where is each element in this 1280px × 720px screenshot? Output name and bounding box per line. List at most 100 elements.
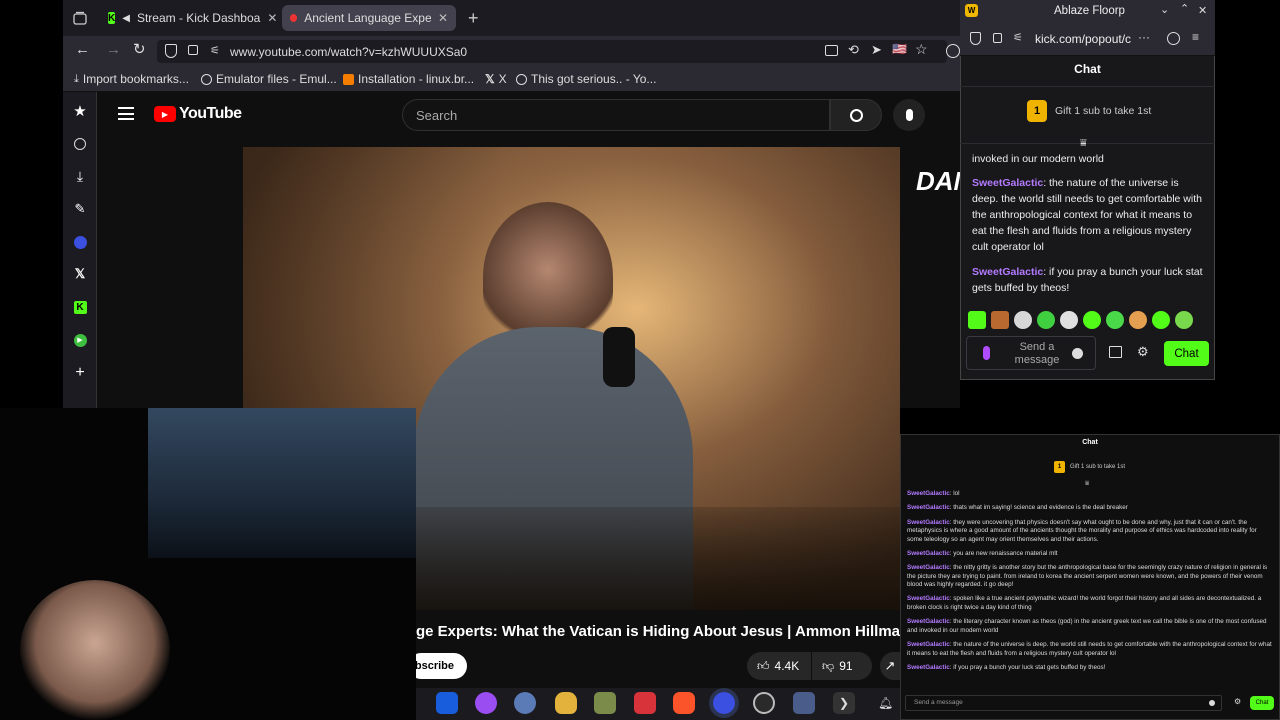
send-chat-button[interactable]: Chat <box>1164 341 1209 366</box>
bitwarden-icon[interactable] <box>436 692 458 714</box>
emoji-icon[interactable] <box>1209 700 1215 706</box>
bookmark-import[interactable]: ⤓ Import bookmarks... <box>74 72 189 86</box>
chat-username[interactable]: SweetGalactic <box>972 266 1043 278</box>
hand-icon[interactable] <box>555 692 577 714</box>
subscribe-button[interactable]: bscribe <box>408 653 467 679</box>
collapse-pin-icon[interactable]: ⩸ <box>1085 480 1089 488</box>
bookmark-x[interactable]: 𝕏 X <box>485 72 507 86</box>
chat-username[interactable]: SweetGalactic <box>907 618 950 625</box>
overlay-chat-input[interactable]: Send a message <box>905 695 1222 711</box>
add-panel-icon[interactable]: + <box>71 364 89 382</box>
close-tab-icon[interactable]: ✕ <box>267 11 276 25</box>
chat-username[interactable]: SweetGalactic <box>907 519 950 526</box>
settings-gear-icon[interactable]: ⚙ <box>1234 697 1241 706</box>
picture-in-picture-icon[interactable] <box>825 45 838 56</box>
bookmark-star-icon[interactable]: ☆ <box>915 41 928 58</box>
microphone-button[interactable] <box>893 99 925 131</box>
tab-list-icon[interactable] <box>72 10 88 26</box>
app-purple-icon[interactable] <box>475 692 497 714</box>
download-icon[interactable]: ⤓ <box>71 167 89 185</box>
chevron-down-icon[interactable]: ⌄ <box>1160 3 1169 16</box>
emote-icon[interactable] <box>1037 311 1055 329</box>
history-clock-icon[interactable] <box>71 135 89 153</box>
collapse-pin-icon[interactable]: ⩸ <box>1080 137 1087 150</box>
popout-url-text[interactable]: kick.com/popout/c <box>1035 32 1131 46</box>
back-arrow-icon[interactable]: ← <box>75 41 90 58</box>
shield-icon[interactable] <box>165 44 177 58</box>
pen-icon[interactable]: ✎ <box>71 200 89 218</box>
emote-icon[interactable] <box>1060 311 1078 329</box>
lock-icon[interactable] <box>188 45 198 55</box>
app-green-icon[interactable] <box>594 692 616 714</box>
new-tab-button[interactable]: + <box>468 8 479 29</box>
url-text[interactable]: www.youtube.com/watch?v=kzhWUUUXSa0 <box>230 45 467 59</box>
dislike-button[interactable]: 👎︎ 91 <box>812 652 872 680</box>
forward-arrow-icon[interactable]: → <box>106 41 121 58</box>
search-button[interactable] <box>830 99 882 131</box>
youtube-search-input[interactable]: Search <box>402 99 830 131</box>
tab-kick-dashboard[interactable]: K ◀ Stream - Kick Dashboa ✕ <box>100 5 276 31</box>
more-icon[interactable]: ··· <box>1138 30 1150 44</box>
floorp-taskbar-icon[interactable] <box>713 692 735 714</box>
shield-icon[interactable] <box>970 32 981 45</box>
chat-username[interactable]: SweetGalactic <box>972 177 1043 189</box>
chat-username[interactable]: SweetGalactic <box>907 550 950 557</box>
notification-bell-icon[interactable]: 🔔︎ <box>878 696 893 710</box>
emote-icon[interactable] <box>1106 311 1124 329</box>
like-button[interactable]: 👍︎ 4.4K <box>747 652 811 680</box>
mkv-icon[interactable] <box>514 692 536 714</box>
gift-icon[interactable] <box>1109 346 1122 358</box>
lock-icon[interactable] <box>993 33 1002 43</box>
floorp-icon[interactable] <box>71 233 89 251</box>
speaker-icon[interactable]: ◀ <box>122 13 130 24</box>
chat-input[interactable]: Send a message <box>966 336 1096 370</box>
bookmark-emulator[interactable]: Emulator files - Emul... <box>201 72 337 86</box>
tab-youtube-video[interactable]: Ancient Language Experts ✕ <box>282 5 456 31</box>
brave-icon[interactable] <box>673 692 695 714</box>
chat-username[interactable]: SweetGalactic <box>907 504 950 511</box>
chat-username[interactable]: SweetGalactic <box>907 564 950 571</box>
app-red-icon[interactable] <box>634 692 656 714</box>
reload-icon[interactable]: ↻ <box>133 40 146 58</box>
terminal-icon[interactable]: ❯ <box>833 692 855 714</box>
send-icon[interactable]: ➤ <box>871 42 882 58</box>
emote-icon[interactable] <box>968 311 986 329</box>
account-icon[interactable] <box>1167 32 1180 45</box>
hamburger-menu-icon[interactable] <box>118 107 134 120</box>
settings-gear-icon[interactable]: ⚙ <box>1137 344 1149 360</box>
close-window-icon[interactable]: ✕ <box>1198 4 1207 17</box>
chat-username[interactable]: SweetGalactic <box>907 490 950 497</box>
emote-icon[interactable] <box>1129 311 1147 329</box>
menu-icon[interactable]: ≡ <box>1192 30 1199 44</box>
microphone-icon[interactable] <box>983 346 990 360</box>
overlay-send-chat-button[interactable]: Chat <box>1250 696 1274 710</box>
share-icon[interactable]: ↗ <box>880 652 900 680</box>
flag-icon[interactable]: 🇺🇸 <box>892 42 907 56</box>
x-logo-icon[interactable]: 𝕏 <box>71 265 89 283</box>
permissions-icon[interactable]: ⚟ <box>210 44 220 57</box>
account-icon[interactable] <box>946 44 960 58</box>
emoji-icon[interactable] <box>1072 348 1083 359</box>
kick-icon[interactable]: K <box>71 298 89 316</box>
youtube-logo[interactable]: ▶ YouTube <box>154 105 242 123</box>
emote-icon[interactable] <box>1175 311 1193 329</box>
chat-username[interactable]: SweetGalactic <box>907 664 950 671</box>
app-stack-icon[interactable] <box>793 692 815 714</box>
sync-icon[interactable]: ⟲ <box>848 42 859 58</box>
overlay-gift-leaderboard[interactable]: 1 Gift 1 sub to take 1st <box>1054 461 1125 473</box>
play-icon[interactable]: ▶ <box>71 331 89 349</box>
maximize-icon[interactable]: ⌃ <box>1180 2 1189 15</box>
gift-leaderboard[interactable]: 1 Gift 1 sub to take 1st <box>1027 100 1151 122</box>
close-tab-icon[interactable]: ✕ <box>438 11 448 25</box>
bookmark-youtube[interactable]: This got serious.. - Yo... <box>516 72 656 86</box>
permissions-icon[interactable]: ⚟ <box>1013 31 1023 44</box>
chat-username[interactable]: SweetGalactic <box>907 595 950 602</box>
emote-icon[interactable] <box>1014 311 1032 329</box>
chat-username[interactable]: SweetGalactic <box>907 641 950 648</box>
emote-icon[interactable] <box>991 311 1009 329</box>
obs-icon[interactable] <box>753 692 775 714</box>
star-icon[interactable]: ★ <box>71 102 89 120</box>
emote-icon[interactable] <box>1083 311 1101 329</box>
emote-icon[interactable] <box>1152 311 1170 329</box>
bookmark-installation[interactable]: Installation - linux.br... <box>343 72 474 86</box>
